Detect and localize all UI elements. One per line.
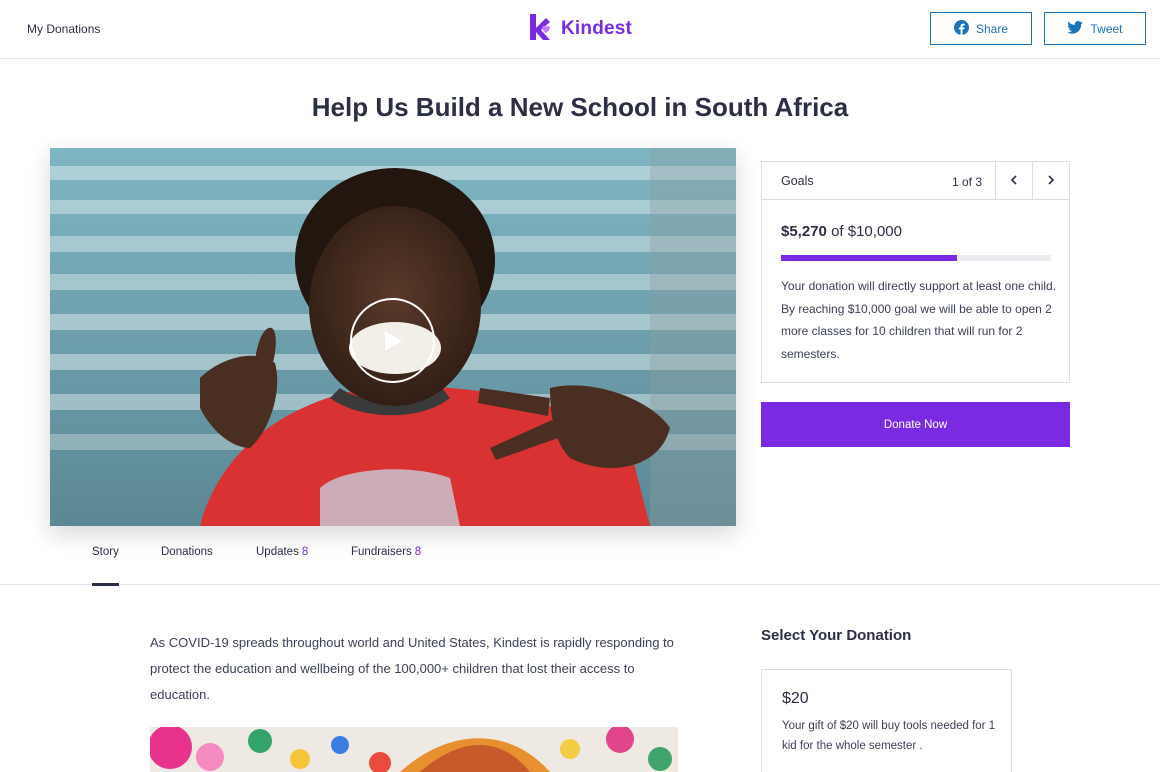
twitter-icon [1067,20,1084,37]
tab-label: Updates [256,546,299,558]
brand-name: Kindest [561,18,633,39]
story-image [150,727,678,772]
tab-count: 8 [301,546,309,558]
page-title: Help Us Build a New School in South Afri… [311,92,849,122]
tab-donations[interactable]: Donations [161,546,213,585]
goals-prev-button[interactable] [995,162,1032,199]
goals-next-button[interactable] [1032,162,1069,199]
goals-counter: 1 of 3 [952,175,983,189]
of-label: of [831,223,844,240]
my-donations-link[interactable]: My Donations [27,22,100,36]
goals-amount: $5,270 of $10,000 [781,223,902,240]
raised-amount: $5,270 [781,223,827,240]
play-button[interactable] [350,298,435,383]
play-icon [382,329,404,353]
select-donation-title: Select Your Donation [761,627,912,644]
campaign-tabs: Story Donations Updates 8 Fundraisers 8 [0,528,1160,586]
share-label: Share [975,21,1009,36]
tab-fundraisers[interactable]: Fundraisers 8 [351,546,421,585]
chevron-right-icon [1047,172,1055,190]
goal-progress-fill [781,255,957,261]
goal-progress-bar [781,255,1051,261]
tier-amount: $20 [782,690,809,707]
kindest-logo-icon [528,13,552,45]
campaign-video[interactable] [50,148,736,526]
tweet-label: Tweet [1090,21,1123,36]
goals-card: Goals 1 of 3 $5,270 of $10,000 Your dona… [761,161,1070,383]
donation-tier-card[interactable]: $20 Your gift of $20 will buy tools need… [761,669,1012,772]
tab-story[interactable]: Story [92,546,119,586]
top-header: My Donations Kindest Share Tweet [0,0,1160,59]
tab-label: Donations [161,546,213,558]
goals-title: Goals [781,174,814,188]
brand-logo[interactable]: Kindest [528,13,633,45]
donate-now-button[interactable]: Donate Now [761,402,1070,447]
tab-label: Fundraisers [351,546,412,558]
facebook-share-button[interactable]: Share [930,12,1032,45]
tweet-button[interactable]: Tweet [1044,12,1146,45]
goals-description: Your donation will directly support at l… [781,279,1057,361]
facebook-icon [953,19,969,38]
goals-header: Goals 1 of 3 [762,162,1069,200]
tab-label: Story [92,546,119,558]
story-paragraph: As COVID-19 spreads throughout world and… [150,635,674,702]
tab-updates[interactable]: Updates 8 [256,546,308,585]
target-amount: $10,000 [847,223,902,240]
chevron-left-icon [1010,172,1018,190]
tab-count: 8 [414,546,422,558]
tier-description: Your gift of $20 will buy tools needed f… [782,720,996,752]
